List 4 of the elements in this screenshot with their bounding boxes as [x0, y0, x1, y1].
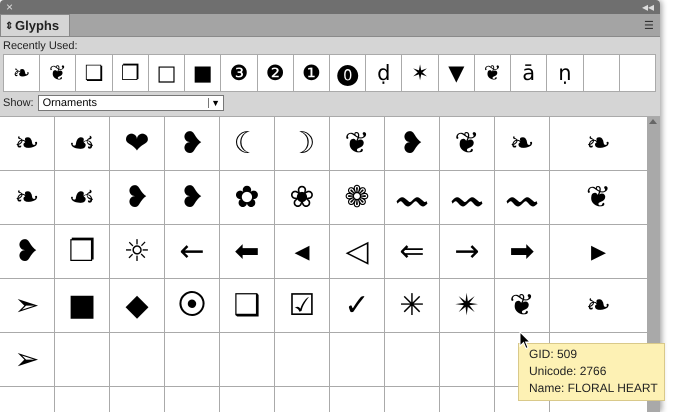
glyph-tooltip: GID: 509 Unicode: 2766 Name: FLORAL HEART	[518, 343, 665, 401]
sort-icon: ⇕	[5, 20, 13, 32]
field-label: Show:	[3, 97, 34, 109]
section-label: Recently Used:	[2, 39, 79, 54]
